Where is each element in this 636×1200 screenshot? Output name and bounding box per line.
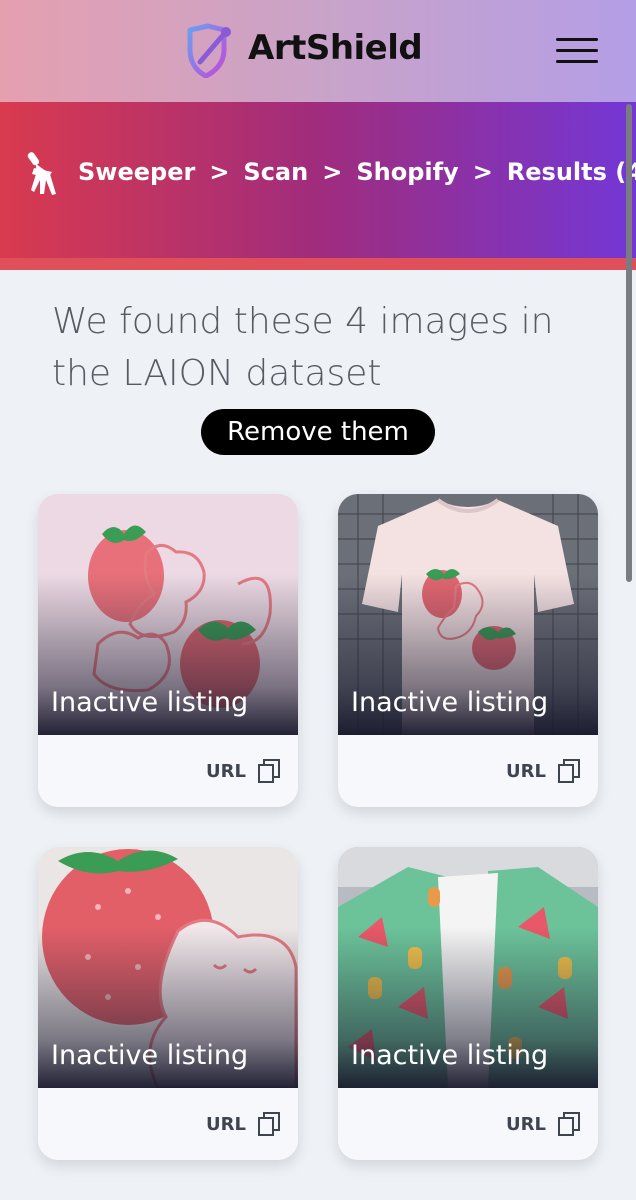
- url-label: URL: [506, 760, 546, 782]
- breadcrumb-item-scan[interactable]: Scan: [243, 158, 308, 186]
- breadcrumb-item-sweeper[interactable]: Sweeper: [78, 158, 195, 186]
- copy-icon: [258, 1112, 280, 1136]
- url-label: URL: [206, 760, 246, 782]
- result-card[interactable]: Inactive listing URL: [38, 847, 298, 1160]
- breadcrumb-band: Sweeper > Scan > Shopify > Results (4): [0, 102, 636, 270]
- result-card[interactable]: Inactive listing URL: [338, 494, 598, 807]
- breadcrumb: Sweeper > Scan > Shopify > Results (4): [78, 158, 636, 186]
- copy-icon: [558, 1112, 580, 1136]
- copy-icon: [558, 759, 580, 783]
- copy-icon: [258, 759, 280, 783]
- listing-status: Inactive listing: [51, 687, 249, 718]
- breadcrumb-item-results: Results (4): [506, 158, 636, 186]
- result-card[interactable]: Inactive listing URL: [338, 847, 598, 1160]
- url-copy-button[interactable]: URL: [206, 1112, 280, 1136]
- brand-name: ArtShield: [248, 28, 423, 68]
- listing-status: Inactive listing: [351, 687, 549, 718]
- result-thumbnail[interactable]: Inactive listing: [338, 494, 598, 735]
- url-label: URL: [506, 1113, 546, 1135]
- broom-icon: [27, 152, 56, 195]
- remove-them-button[interactable]: Remove them: [201, 409, 435, 455]
- breadcrumb-separator: >: [322, 158, 343, 186]
- listing-status: Inactive listing: [51, 1040, 249, 1071]
- result-thumbnail[interactable]: Inactive listing: [38, 847, 298, 1088]
- url-copy-button[interactable]: URL: [506, 759, 580, 783]
- url-copy-button[interactable]: URL: [506, 1112, 580, 1136]
- result-card[interactable]: Inactive listing URL: [38, 494, 298, 807]
- breadcrumb-separator: >: [209, 158, 230, 186]
- scrollbar[interactable]: [626, 104, 632, 582]
- hamburger-menu-icon[interactable]: [556, 38, 598, 64]
- result-thumbnail[interactable]: Inactive listing: [38, 494, 298, 735]
- breadcrumb-item-shopify[interactable]: Shopify: [356, 158, 458, 186]
- result-thumbnail[interactable]: Inactive listing: [338, 847, 598, 1088]
- url-label: URL: [206, 1113, 246, 1135]
- listing-status: Inactive listing: [351, 1040, 549, 1071]
- top-bar: ArtShield: [0, 0, 636, 102]
- results-intro: We found these 4 images in the LAION dat…: [52, 301, 554, 394]
- shield-brush-icon[interactable]: [184, 22, 234, 78]
- breadcrumb-separator: >: [472, 158, 493, 186]
- url-copy-button[interactable]: URL: [206, 759, 280, 783]
